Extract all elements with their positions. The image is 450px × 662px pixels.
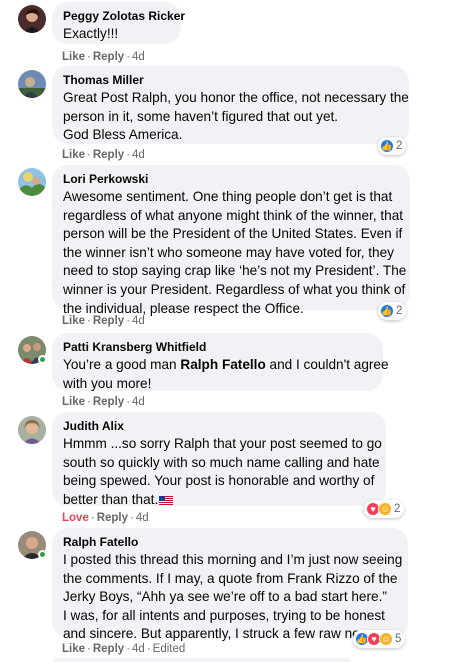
haha-icon: ☺ (379, 632, 393, 646)
comment-bubble: Judith Alix Hmmm ...so sorry Ralph that … (52, 412, 386, 507)
comment-bubble: Ralph Fatello I posted this thread this … (52, 528, 408, 641)
reply-button[interactable]: Reply (97, 512, 128, 524)
comment-text-segment: and I couldn't agree (265, 357, 389, 372)
comment-bubble: Patti Kransberg Whitfield You’re a good … (52, 333, 389, 391)
reaction-summary[interactable]: ♥ ☺ 2 (364, 500, 405, 518)
avatar[interactable] (18, 70, 46, 98)
comment-text-line: Hmmm ...so sorry Ralph that your post se… (63, 436, 382, 451)
comment-text-segment: better than that. (63, 491, 159, 507)
separator: · (130, 512, 134, 524)
separator: · (87, 51, 91, 63)
separator: · (126, 396, 131, 408)
love-button[interactable]: Love (62, 512, 89, 524)
separator: · (87, 643, 91, 655)
separator: · (90, 512, 95, 524)
comment-text-line: person will be the President of the Unit… (63, 226, 403, 242)
comment-timestamp[interactable]: 4d (132, 315, 145, 327)
comment-timestamp[interactable]: 4d (132, 643, 145, 655)
reaction-summary[interactable]: 👍 ♥ ☺ 5 (353, 630, 406, 648)
comment-text-line: Awesome sentiment. One thing people don’… (63, 189, 393, 204)
comment-author[interactable]: Thomas Miller (63, 73, 397, 88)
reaction-count: 5 (395, 633, 402, 645)
like-button[interactable]: Like (62, 51, 85, 63)
haha-icon: ☺ (378, 502, 392, 516)
like-icon: 👍 (380, 304, 394, 318)
comment-author[interactable]: Judith Alix (63, 419, 374, 434)
comment-text-segment: You’re a good man (63, 357, 181, 372)
comment-text-line: You’re a good man Ralph Fatello and I co… (63, 356, 389, 375)
separator: · (87, 315, 91, 327)
reply-button[interactable]: Reply (93, 396, 124, 408)
separator: · (126, 149, 131, 161)
reaction-summary[interactable]: 👍 2 (378, 302, 407, 320)
like-button[interactable]: Like (62, 315, 85, 327)
comment-text-line: the winner isn’t who someone may have vo… (63, 244, 394, 260)
online-status-indicator (38, 355, 47, 364)
comment-timestamp[interactable]: 4d (132, 396, 145, 408)
reaction-count: 2 (396, 140, 403, 152)
comment-author[interactable]: Lori Perkowski (63, 172, 398, 187)
comment-text-line: winner is your President. Regardless of … (63, 281, 406, 297)
comment-bubble: Lori Perkowski Awesome sentiment. One th… (52, 165, 410, 316)
avatar[interactable] (18, 5, 46, 33)
separator: · (87, 396, 91, 408)
comment-timestamp[interactable]: 4d (136, 512, 149, 524)
next-comment-bubble (52, 658, 352, 662)
separator: · (126, 51, 131, 63)
separator: · (87, 149, 91, 161)
comment-actions: Like · Reply · 4d (62, 395, 145, 409)
comment-actions: Like · Reply · 4d (62, 148, 145, 162)
comment-author[interactable]: Patti Kransberg Whitfield (63, 340, 371, 355)
comment-text-line: Great Post Ralph, you honor the office, … (63, 90, 409, 105)
comment-author[interactable]: Peggy Zolotas Ricker (63, 9, 185, 24)
comment-actions: Like · Reply · 4d (62, 50, 145, 64)
mention-link[interactable]: Ralph Fatello (180, 357, 265, 372)
like-button[interactable]: Like (62, 396, 85, 408)
comment-timestamp[interactable]: 4d (132, 51, 145, 63)
comment-text-line: God Bless America. (63, 127, 183, 143)
comment-text-line: being spewed. Your post is honorable and… (63, 473, 375, 489)
reaction-count: 2 (394, 503, 401, 515)
avatar[interactable] (18, 416, 46, 444)
comment-author[interactable]: Ralph Fatello (63, 535, 396, 550)
like-button[interactable]: Like (62, 643, 85, 655)
reply-button[interactable]: Reply (93, 643, 124, 655)
edited-label[interactable]: Edited (153, 643, 186, 655)
separator: · (126, 643, 131, 655)
comment-bubble: Thomas Miller Great Post Ralph, you hono… (52, 66, 409, 144)
reply-button[interactable]: Reply (93, 315, 124, 327)
comment-bubble: Peggy Zolotas Ricker Exactly!!! (52, 2, 185, 44)
comment-text-line: Jerky Boys, “Ahh ya see we’re off to a b… (63, 589, 387, 605)
comment-text-line: need to stop saying crap like ‘he’s not … (63, 263, 407, 279)
like-icon: 👍 (380, 139, 394, 153)
comment-text-line: south so quickly with so much name calli… (63, 454, 380, 470)
reply-button[interactable]: Reply (93, 51, 124, 63)
comment-text-line: I was, for all intents and purposes, try… (63, 607, 385, 623)
separator: · (146, 643, 151, 655)
avatar[interactable] (18, 168, 46, 196)
comment-actions: Like · Reply · 4d · Edited (62, 642, 185, 656)
comment-text-line: person in it, some haven’t figured that … (63, 108, 339, 124)
reply-button[interactable]: Reply (93, 149, 124, 161)
like-button[interactable]: Like (62, 149, 85, 161)
comment-text-line: I posted this thread this morning and I’… (63, 552, 403, 567)
reaction-summary[interactable]: 👍 2 (378, 137, 407, 155)
comment-actions: Like · Reply · 4d (62, 314, 145, 328)
online-status-indicator (38, 550, 47, 559)
reaction-count: 2 (396, 305, 403, 317)
comment-timestamp[interactable]: 4d (132, 149, 145, 161)
comment-actions: Love · Reply · 4d (62, 511, 149, 525)
separator: · (126, 315, 131, 327)
us-flag-icon (159, 495, 174, 505)
comment-text-line: better than that. (63, 491, 374, 510)
comment-text-line: with you more! (63, 375, 152, 391)
comment-text-line: the comments. If I may, a quote from Fra… (63, 570, 398, 586)
comment-text: Exactly!!! (63, 26, 119, 41)
comment-text-line: regardless of what anyone might think of… (63, 207, 404, 223)
